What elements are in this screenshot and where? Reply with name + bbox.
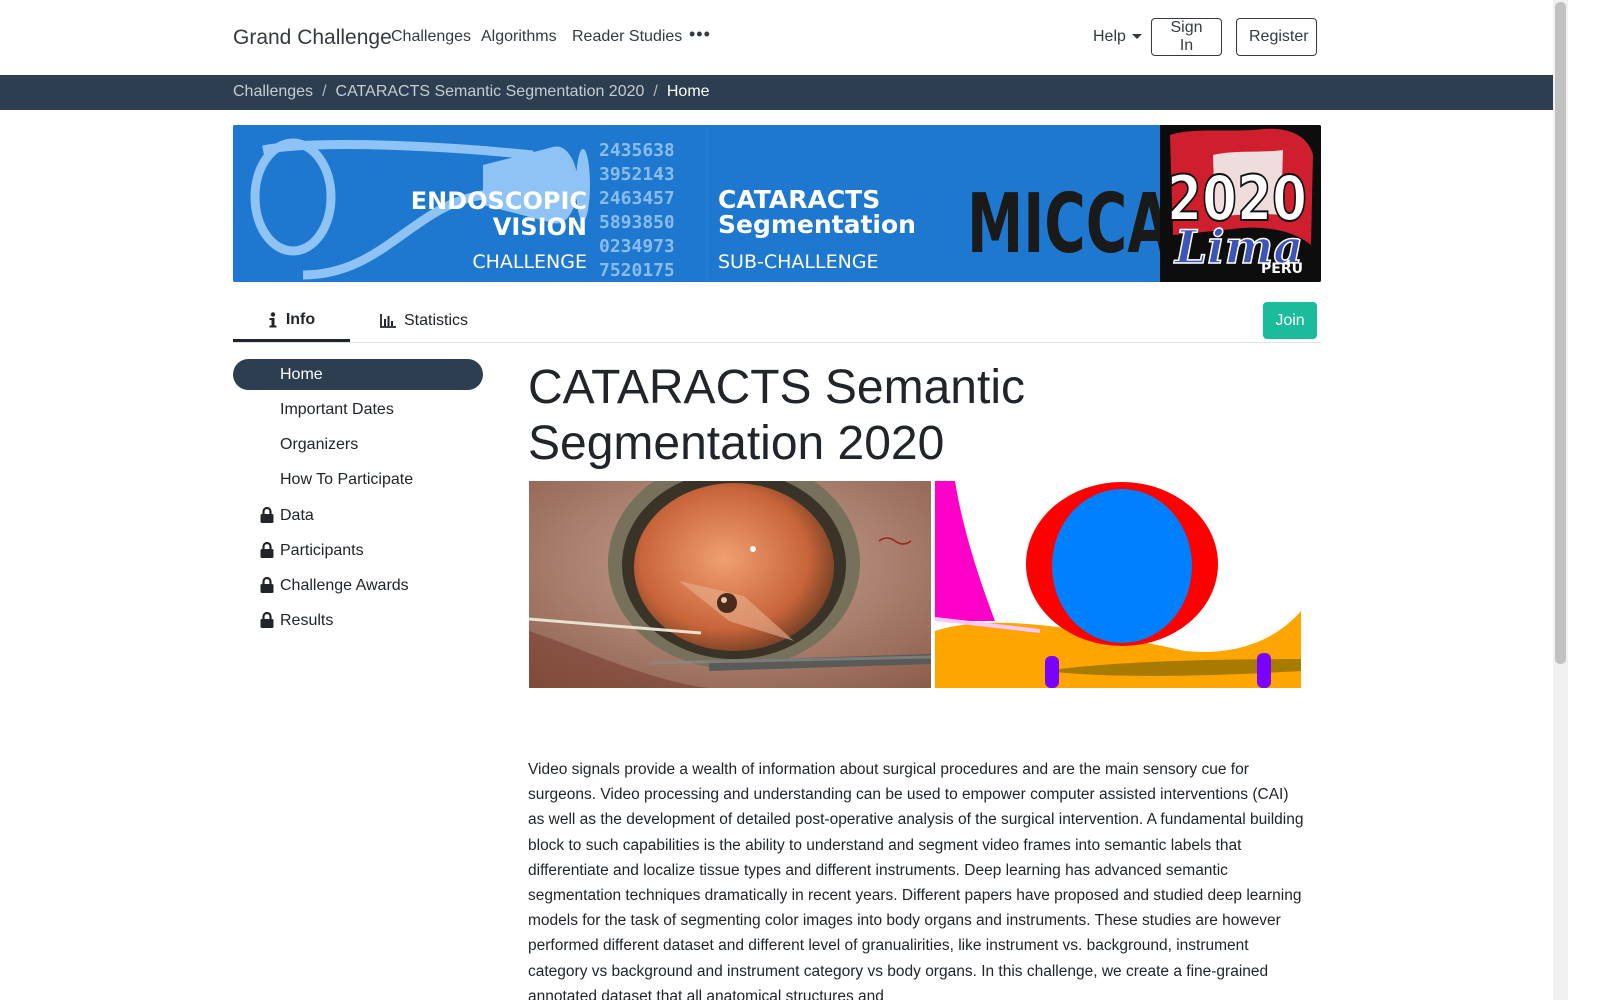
sidebar-item-home[interactable]: Home: [233, 359, 483, 390]
banner-number: 2435638: [599, 140, 675, 161]
banner-segmentation: Segmentation: [718, 210, 916, 239]
sidebar-item-label: Home: [280, 365, 323, 383]
tab-statistics[interactable]: Statistics: [370, 300, 478, 342]
nav-link-reader-studies[interactable]: Reader Studies: [572, 28, 682, 46]
bar-chart-icon: [380, 314, 396, 328]
challenge-tabs: Info Statistics: [233, 300, 1321, 343]
banner-endoscopic: ENDOSCOPIC: [411, 187, 587, 215]
brand-link[interactable]: Grand Challenge: [233, 26, 392, 50]
breadcrumb: Challenges / CATARACTS Semantic Segmentati…: [233, 83, 710, 101]
scrollbar-thumb[interactable]: [1555, 2, 1566, 664]
banner-graphic: ENDOSCOPIC VISION CHALLENGE 2435638 3952…: [233, 125, 1321, 282]
banner-vision: VISION: [493, 213, 587, 241]
sidebar-item-how-to-participate[interactable]: How To Participate: [233, 464, 483, 495]
tab-info[interactable]: Info: [233, 300, 350, 342]
breadcrumb-separator: /: [322, 83, 327, 100]
sidebar-item-label: Challenge Awards: [280, 576, 409, 594]
sidebar-item-label: Data: [280, 506, 314, 524]
banner-number: 2463457: [599, 188, 675, 209]
breadcrumb-challenges[interactable]: Challenges: [233, 83, 313, 100]
sidebar-item-label: Results: [280, 611, 334, 629]
sidebar-item-results[interactable]: Results: [233, 605, 483, 636]
lock-icon: [260, 507, 274, 523]
help-label: Help: [1093, 28, 1126, 45]
banner-country: PERU: [1261, 261, 1303, 277]
banner-number: 3952143: [599, 164, 675, 185]
tab-statistics-label: Statistics: [403, 312, 468, 329]
info-icon: [269, 311, 277, 327]
more-menu-icon[interactable]: •••: [689, 24, 711, 45]
sidebar-item-label: How To Participate: [280, 470, 414, 488]
banner-sub-challenge: SUB-CHALLENGE: [718, 251, 879, 273]
lock-icon: [260, 542, 274, 558]
nav-link-challenges[interactable]: Challenges: [391, 28, 471, 46]
sidebar-item-participants[interactable]: Participants: [233, 535, 483, 566]
breadcrumb-bar: Challenges / CATARACTS Semantic Segmentati…: [0, 75, 1553, 110]
sidebar-item-label: Participants: [280, 541, 364, 559]
sidebar-item-important-dates[interactable]: Important Dates: [233, 394, 483, 425]
page-title: CATARACTS Semantic Segmentation 2020: [528, 361, 1025, 470]
sidebar-item-challenge-awards[interactable]: Challenge Awards: [233, 570, 483, 601]
banner-miccai: MICCAI: [967, 177, 1192, 272]
sidebar-item-data[interactable]: Data: [233, 500, 483, 531]
caret-down-icon: [1131, 34, 1142, 40]
join-button[interactable]: Join: [1263, 302, 1317, 339]
sidebar-item-organizers[interactable]: Organizers: [233, 429, 483, 460]
register-button[interactable]: Register: [1236, 18, 1317, 56]
top-navbar: Grand Challenge Challenges Algorithms Re…: [0, 0, 1553, 75]
lock-icon: [260, 577, 274, 593]
banner-number: 0234973: [599, 236, 675, 257]
challenge-banner: ENDOSCOPIC VISION CHALLENGE 2435638 3952…: [233, 125, 1321, 282]
sidebar-item-label: Organizers: [280, 435, 359, 453]
breadcrumb-separator: /: [653, 83, 658, 100]
sign-in-button[interactable]: Sign In: [1151, 18, 1222, 56]
banner-challenge: CHALLENGE: [472, 251, 587, 273]
breadcrumb-current: Home: [666, 83, 710, 100]
sidebar-item-label: Important Dates: [280, 400, 394, 418]
breadcrumb-challenge[interactable]: CATARACTS Semantic Segmentation 2020: [336, 83, 645, 100]
banner-number: 5893850: [599, 212, 675, 233]
tab-info-label: Info: [285, 310, 316, 328]
lock-icon: [260, 612, 274, 628]
banner-number: 7520175: [599, 260, 675, 281]
nav-link-algorithms[interactable]: Algorithms: [481, 28, 557, 46]
help-dropdown[interactable]: Help: [1093, 28, 1142, 46]
segmentation-mask-image: [935, 481, 1301, 688]
intro-paragraph: Video signals provide a wealth of inform…: [528, 761, 1304, 1000]
surgical-frame-image: [529, 481, 931, 688]
